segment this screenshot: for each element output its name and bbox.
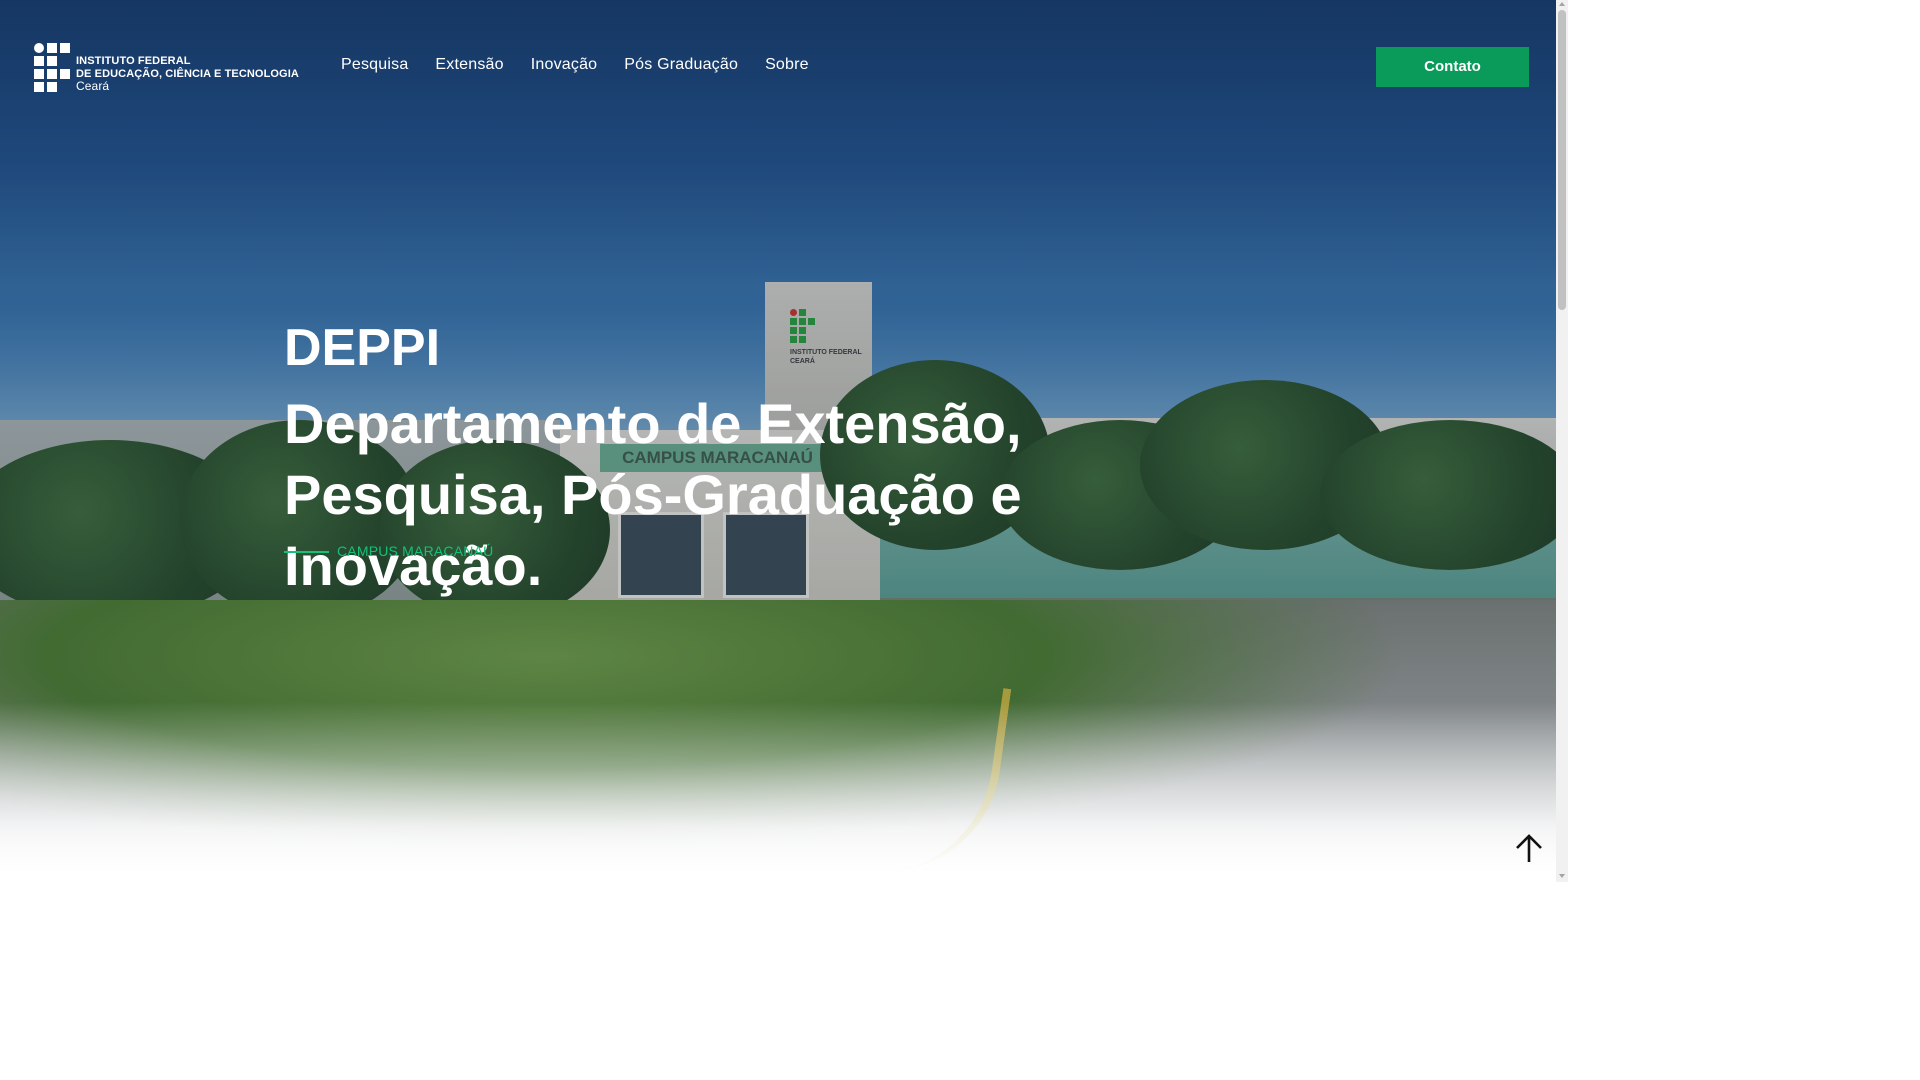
scroll-up-icon[interactable] [1558, 0, 1566, 8]
logo-grid-icon [34, 43, 72, 92]
hero-fade [0, 702, 1556, 882]
campus-label: CAMPUS MARACANAÚ [337, 543, 494, 559]
hero-title: DEPPI [284, 319, 441, 377]
logo-line3: Ceará [76, 79, 110, 93]
hero-banner: INSTITUTO FEDERAL CEARÁ CAMPUS MARACANAÚ… [0, 0, 1556, 882]
logo-line2: DE EDUCAÇÃO, CIÊNCIA E TECNOLOGIA [76, 67, 299, 80]
nav-item-extensao[interactable]: Extensão [435, 56, 503, 74]
arrow-up-icon [1516, 834, 1542, 862]
main-nav: Pesquisa Extensão Inovação Pós Graduação… [341, 56, 809, 74]
nav-item-inovacao[interactable]: Inovação [531, 56, 598, 74]
logo-text: INSTITUTO FEDERAL DE EDUCAÇÃO, CIÊNCIA E… [76, 55, 299, 93]
scrollbar-thumb[interactable] [1558, 10, 1566, 310]
nav-item-pos-graduacao[interactable]: Pós Graduação [624, 56, 738, 74]
nav-item-pesquisa[interactable]: Pesquisa [341, 56, 408, 74]
back-to-top-button[interactable] [1512, 832, 1546, 866]
contact-button[interactable]: Contato [1376, 47, 1529, 87]
campus-divider [284, 551, 329, 553]
site-logo[interactable]: INSTITUTO FEDERAL DE EDUCAÇÃO, CIÊNCIA E… [34, 43, 299, 95]
nav-item-sobre[interactable]: Sobre [765, 56, 809, 74]
scroll-down-icon[interactable] [1558, 872, 1566, 880]
logo-line1: INSTITUTO FEDERAL [76, 55, 191, 67]
hero-subtitle: Departamento de Extensão, Pesquisa, Pós-… [284, 392, 1022, 597]
